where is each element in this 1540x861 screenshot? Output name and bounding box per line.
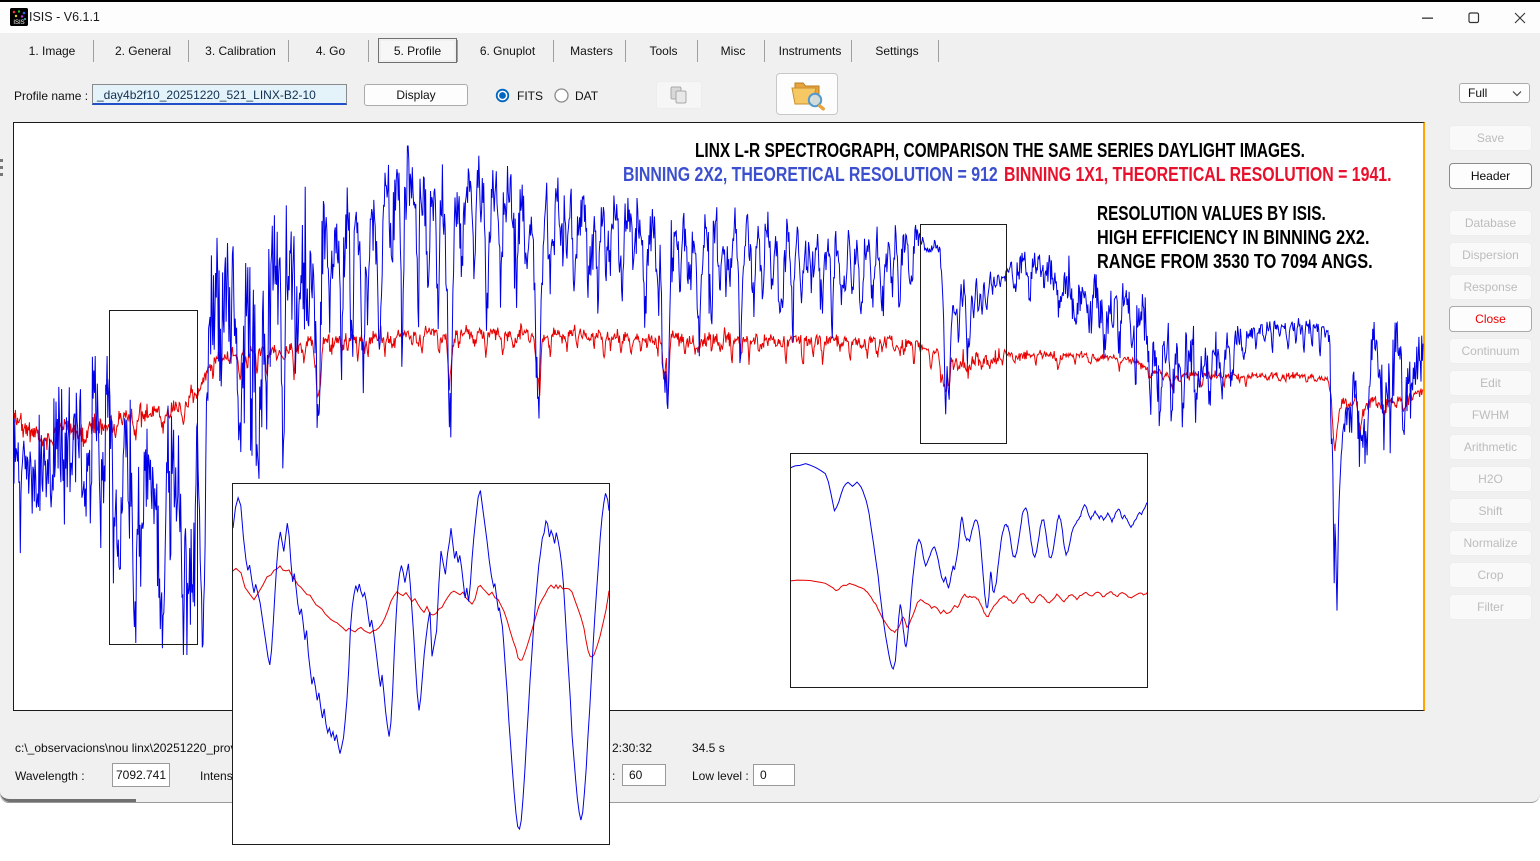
svg-text:ISIS: ISIS [13,20,24,26]
